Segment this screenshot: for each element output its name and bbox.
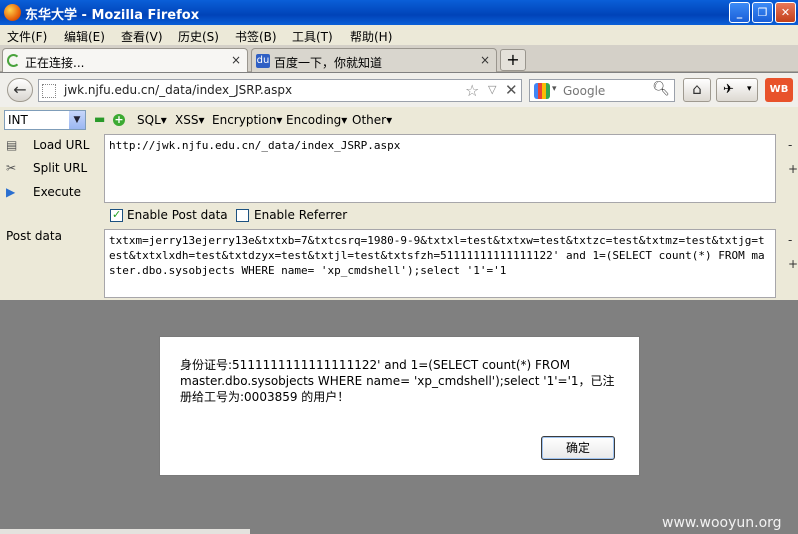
- url-textarea[interactable]: http://jwk.njfu.edu.cn/_data/index_JSRP.…: [104, 134, 776, 203]
- firefox-logo-icon: [4, 4, 21, 21]
- menu-encoding[interactable]: Encoding▾: [286, 113, 347, 127]
- int-select[interactable]: INT ▼: [4, 110, 86, 130]
- tab-close-icon[interactable]: ×: [480, 53, 490, 67]
- menu-encryption[interactable]: Encryption▾: [212, 113, 282, 127]
- menu-edit[interactable]: 编辑(E): [64, 28, 105, 45]
- alert-dialog: 身份证号:5111111111111111122' and 1=(SELECT …: [159, 336, 640, 476]
- execute-label: Execute: [33, 185, 81, 199]
- site-identity-icon[interactable]: [42, 84, 56, 98]
- firebug-icon: ✈: [723, 82, 734, 97]
- window-title: 东华大学 - Mozilla Firefox: [25, 8, 200, 23]
- split-url-label: Split URL: [33, 161, 88, 175]
- page-content: 身份证号:5111111111111111122' and 1=(SELECT …: [0, 300, 798, 534]
- post-grow-button[interactable]: +: [788, 257, 798, 271]
- post-data-textarea[interactable]: txtxm=jerry13ejerry13e&txtxb=7&txtcsrq=1…: [104, 229, 776, 298]
- menu-bar: 文件(F) 编辑(E) 查看(V) 历史(S) 书签(B) 工具(T) 帮助(H…: [0, 25, 798, 45]
- back-button[interactable]: ←: [7, 78, 33, 102]
- history-dropdown-icon[interactable]: ▽: [488, 83, 496, 96]
- enable-post-checkbox[interactable]: [110, 208, 123, 222]
- weibo-button[interactable]: WB: [765, 78, 793, 102]
- menu-bookmarks[interactable]: 书签(B): [235, 28, 277, 45]
- tab-label: 正在连接...: [25, 56, 85, 70]
- loading-spinner-icon: [7, 54, 20, 67]
- menu-xss[interactable]: XSS▾: [175, 113, 204, 127]
- chevron-down-icon[interactable]: ▾: [747, 84, 752, 94]
- ok-button[interactable]: 确定: [541, 436, 615, 460]
- title-bar: 东华大学 - Mozilla Firefox _ ❐ ✕: [0, 0, 798, 25]
- hackbar-toolbar: INT ▼ ▬ + SQL▾ XSS▾ Encryption▾ Encoding…: [0, 107, 798, 133]
- url-text[interactable]: jwk.njfu.edu.cn/_data/index_JSRP.aspx: [64, 83, 292, 97]
- menu-file[interactable]: 文件(F): [7, 28, 47, 45]
- hackbar-panel: INT ▼ ▬ + SQL▾ XSS▾ Encryption▾ Encoding…: [0, 107, 798, 300]
- url-shrink-button[interactable]: -: [788, 138, 792, 152]
- home-button[interactable]: ⌂: [683, 78, 711, 102]
- enable-post-label[interactable]: Enable Post data: [127, 208, 228, 222]
- enable-referrer-label[interactable]: Enable Referrer: [254, 208, 347, 222]
- alert-message: 身份证号:5111111111111111122' and 1=(SELECT …: [180, 358, 615, 404]
- close-window-button[interactable]: ✕: [775, 2, 796, 23]
- menu-other[interactable]: Other▾: [352, 113, 392, 127]
- chevron-down-icon[interactable]: ▼: [69, 111, 85, 129]
- new-tab-button[interactable]: +: [500, 49, 526, 71]
- watermark: www.wooyun.org: [662, 515, 782, 531]
- tab-bar: 正在连接... × du 百度一下，你就知道 × +: [0, 45, 798, 72]
- tab-label: 百度一下，你就知道: [274, 56, 383, 70]
- status-bar: [0, 529, 250, 534]
- enable-referrer-checkbox[interactable]: [236, 209, 249, 222]
- addon-button[interactable]: ✈ ▾: [716, 78, 758, 102]
- minimize-button[interactable]: _: [729, 2, 750, 23]
- split-url-button[interactable]: ✂ Split URL: [6, 161, 87, 175]
- menu-help[interactable]: 帮助(H): [350, 28, 392, 45]
- tab-close-icon[interactable]: ×: [231, 53, 241, 67]
- search-input[interactable]: [563, 83, 649, 99]
- tab-baidu[interactable]: du 百度一下，你就知道 ×: [251, 48, 497, 72]
- play-icon: ▶: [6, 185, 16, 199]
- menu-view[interactable]: 查看(V): [121, 28, 163, 45]
- decrease-icon[interactable]: ▬: [94, 112, 105, 126]
- baidu-paw-icon: du: [256, 54, 270, 68]
- url-grow-button[interactable]: +: [788, 162, 798, 176]
- engine-dropdown-icon[interactable]: ▾: [552, 84, 557, 94]
- bookmark-star-icon[interactable]: ☆: [465, 81, 479, 100]
- execute-button[interactable]: ▶ Execute: [6, 185, 81, 199]
- google-engine-icon[interactable]: [534, 83, 550, 99]
- increase-icon[interactable]: +: [113, 114, 125, 126]
- load-url-button[interactable]: ▤ Load URL: [6, 138, 89, 152]
- menu-tools[interactable]: 工具(T): [292, 28, 333, 45]
- menu-history[interactable]: 历史(S): [178, 28, 219, 45]
- maximize-button[interactable]: ❐: [752, 2, 773, 23]
- load-url-icon: ▤: [6, 138, 18, 152]
- int-select-value: INT: [8, 113, 28, 127]
- scissors-icon: ✂: [6, 161, 17, 175]
- url-bar[interactable]: jwk.njfu.edu.cn/_data/index_JSRP.aspx ☆ …: [38, 79, 522, 102]
- post-data-label: Post data: [6, 229, 62, 243]
- search-icon[interactable]: 🔍︎: [652, 81, 670, 97]
- search-bar[interactable]: ▾ 🔍︎: [529, 79, 675, 102]
- navigation-bar: ← jwk.njfu.edu.cn/_data/index_JSRP.aspx …: [0, 73, 798, 107]
- load-url-label: Load URL: [33, 138, 90, 152]
- stop-icon[interactable]: ✕: [505, 81, 518, 99]
- post-shrink-button[interactable]: -: [788, 233, 792, 247]
- tab-loading[interactable]: 正在连接... ×: [2, 48, 248, 72]
- menu-sql[interactable]: SQL▾: [137, 113, 167, 127]
